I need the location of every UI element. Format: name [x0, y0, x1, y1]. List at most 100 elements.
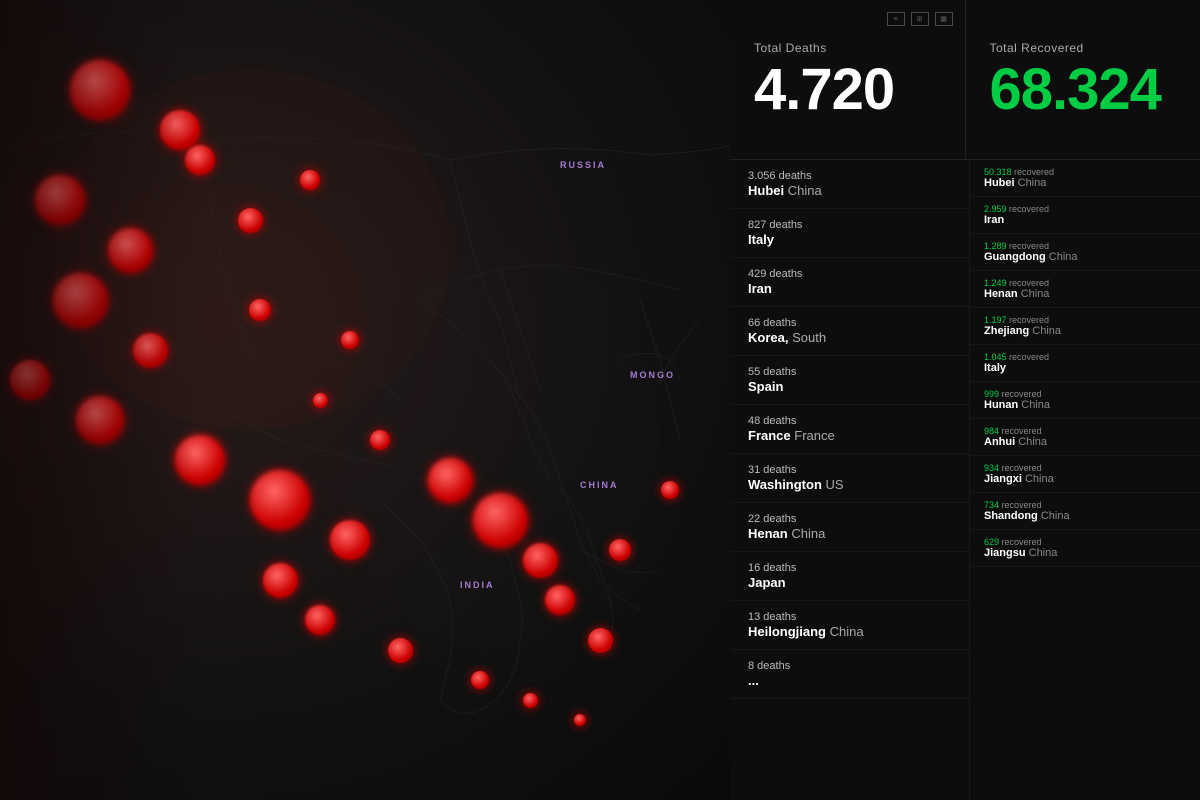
view-icons: ≡ ⊞ ▦	[887, 12, 953, 26]
infection-dot	[305, 605, 335, 635]
recovered-count: 984 recovered	[984, 426, 1186, 436]
death-list-item: 31 deaths Washington US	[730, 454, 969, 503]
recovered-location: Iran	[984, 214, 1186, 226]
map-country-label: RUSSIA	[560, 160, 606, 170]
infection-dot	[185, 145, 215, 175]
total-recovered-box: Total Recovered 68.324	[966, 0, 1200, 159]
recovered-location: Shandong China	[984, 510, 1186, 522]
recovered-list-item: 629 recovered Jiangsu China	[970, 530, 1200, 567]
stats-row: ≡ ⊞ ▦ Total Deaths 4.720 Total Recovered…	[730, 0, 1200, 160]
infection-dot	[330, 520, 370, 560]
infection-dot	[175, 435, 225, 485]
death-location: Hubei China	[748, 183, 951, 198]
death-list-item: 429 deaths Iran	[730, 258, 969, 307]
death-location: Iran	[748, 281, 951, 296]
death-count: 22 deaths	[748, 513, 951, 525]
recovered-list-item: 50.318 recovered Hubei China	[970, 160, 1200, 197]
recovered-count: 999 recovered	[984, 389, 1186, 399]
infection-dot	[545, 585, 575, 615]
recovered-count: 629 recovered	[984, 537, 1186, 547]
death-list-item: 827 deaths Italy	[730, 209, 969, 258]
infection-dot	[238, 208, 263, 233]
icon-grid[interactable]: ⊞	[911, 12, 929, 26]
recovered-location: Jiangxi China	[984, 473, 1186, 485]
death-count: 827 deaths	[748, 219, 951, 231]
infection-dot	[133, 333, 168, 368]
recovered-count: 1.045 recovered	[984, 352, 1186, 362]
death-count: 48 deaths	[748, 415, 951, 427]
infection-dot	[661, 481, 679, 499]
infection-dot	[523, 693, 538, 708]
recovered-count: 734 recovered	[984, 500, 1186, 510]
deaths-value: 4.720	[754, 61, 894, 119]
death-list-item: 3.056 deaths Hubei China	[730, 160, 969, 209]
death-list-item: 16 deaths Japan	[730, 552, 969, 601]
infection-dot	[428, 458, 473, 503]
death-list-item: 48 deaths France France	[730, 405, 969, 454]
death-count: 429 deaths	[748, 268, 951, 280]
infection-dot	[160, 110, 200, 150]
infection-dot	[249, 299, 271, 321]
infection-dot	[471, 671, 489, 689]
death-count: 8 deaths	[748, 660, 951, 672]
infection-dot	[341, 331, 359, 349]
lists-row: 3.056 deaths Hubei China 827 deaths Ital…	[730, 160, 1200, 800]
recovered-list-item: 934 recovered Jiangxi China	[970, 456, 1200, 493]
recovered-count: 934 recovered	[984, 463, 1186, 473]
death-list-item: 22 deaths Henan China	[730, 503, 969, 552]
recovered-count: 2.959 recovered	[984, 204, 1186, 214]
recovered-count: 1.289 recovered	[984, 241, 1186, 251]
infection-dot	[108, 228, 153, 273]
icon-qr[interactable]: ▦	[935, 12, 953, 26]
infection-dot	[10, 360, 50, 400]
recovered-list-item: 984 recovered Anhui China	[970, 419, 1200, 456]
infection-dot	[574, 714, 586, 726]
death-list-item: 8 deaths ...	[730, 650, 969, 699]
infection-dot	[76, 396, 124, 444]
right-panel: ≡ ⊞ ▦ Total Deaths 4.720 Total Recovered…	[730, 0, 1200, 800]
infection-dot	[70, 60, 130, 120]
recovered-location: Hubei China	[984, 177, 1186, 189]
recovered-location: Henan China	[984, 288, 1186, 300]
death-location: Spain	[748, 379, 951, 394]
death-count: 3.056 deaths	[748, 170, 951, 182]
infection-dot	[588, 628, 613, 653]
deaths-label: Total Deaths	[754, 41, 827, 55]
recovered-list-item: 1.045 recovered Italy	[970, 345, 1200, 382]
map-country-label: MONGO	[630, 370, 675, 380]
death-location: Washington US	[748, 477, 951, 492]
infection-dot	[388, 638, 413, 663]
death-count: 66 deaths	[748, 317, 951, 329]
recovered-location: Hunan China	[984, 399, 1186, 411]
recovered-value: 68.324	[990, 61, 1161, 119]
infection-dot	[523, 543, 558, 578]
death-count: 55 deaths	[748, 366, 951, 378]
infection-dot	[35, 175, 85, 225]
dashboard: RUSSIAMONGOCHINAINDIA ≡ ⊞ ▦ Total Deaths…	[0, 0, 1200, 800]
death-list-item: 66 deaths Korea, South	[730, 307, 969, 356]
recovered-list-item: 2.959 recovered Iran	[970, 197, 1200, 234]
death-count: 16 deaths	[748, 562, 951, 574]
death-location: Henan China	[748, 526, 951, 541]
death-location: Italy	[748, 232, 951, 247]
recovered-list-item: 1.289 recovered Guangdong China	[970, 234, 1200, 271]
map-section: RUSSIAMONGOCHINAINDIA	[0, 0, 730, 800]
infection-dot	[250, 470, 310, 530]
recovered-count: 50.318 recovered	[984, 167, 1186, 177]
infection-dot	[473, 493, 528, 548]
recovered-location: Italy	[984, 362, 1186, 374]
icon-list[interactable]: ≡	[887, 12, 905, 26]
recovered-list-item: 734 recovered Shandong China	[970, 493, 1200, 530]
infection-dot	[53, 273, 108, 328]
recovered-list-item: 999 recovered Hunan China	[970, 382, 1200, 419]
recovered-list-item: 1.249 recovered Henan China	[970, 271, 1200, 308]
recovered-list-item: 1.197 recovered Zhejiang China	[970, 308, 1200, 345]
infection-dot	[370, 430, 390, 450]
recovered-location: Zhejiang China	[984, 325, 1186, 337]
map-country-label: INDIA	[460, 580, 495, 590]
recovered-count: 1.249 recovered	[984, 278, 1186, 288]
recovered-count: 1.197 recovered	[984, 315, 1186, 325]
infection-dot	[609, 539, 631, 561]
death-count: 13 deaths	[748, 611, 951, 623]
recovered-list: 50.318 recovered Hubei China 2.959 recov…	[970, 160, 1200, 800]
